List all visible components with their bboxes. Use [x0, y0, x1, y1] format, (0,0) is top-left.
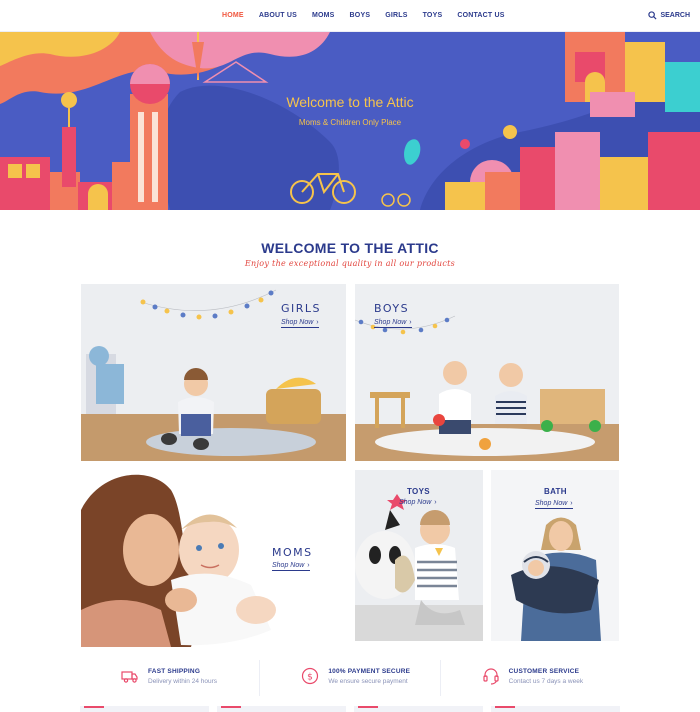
svg-text:$: $	[307, 673, 313, 683]
bottom-card	[80, 706, 209, 712]
tile-bath[interactable]: BATH Shop Now ›	[491, 470, 619, 641]
hero-title: Welcome to the Attic	[286, 94, 414, 110]
tile-moms[interactable]: MOMS Shop Now ›	[81, 470, 346, 647]
top-navigation: HOME ABOUT US MOMS BOYS GIRLS TOYS CONTA…	[0, 0, 700, 32]
hero-subtitle: Moms & Children Only Place	[298, 118, 402, 127]
bottom-card	[491, 706, 620, 712]
chevron-right-icon: ›	[409, 319, 412, 326]
feature-desc: Delivery within 24 hours	[148, 678, 218, 685]
tile-toys-label: TOYS	[407, 487, 430, 496]
feature-title: 100% PAYMENT SECURE	[328, 668, 411, 675]
tile-bath-cta: Shop Now	[535, 500, 568, 507]
tile-boys-label: BOYS	[374, 302, 410, 315]
features-bar: FAST SHIPPING Delivery within 24 hours $…	[80, 660, 620, 696]
tile-moms-label: MOMS	[272, 546, 313, 559]
feature-text: 100% PAYMENT SECURE We ensure secure pay…	[328, 668, 410, 685]
nav-boys[interactable]: BOYS	[350, 12, 371, 19]
hero-banner: Welcome to the Attic Moms & Children Onl…	[0, 32, 700, 210]
bottom-card	[354, 706, 483, 712]
feature-desc: We ensure secure payment	[328, 678, 408, 685]
truck-icon	[121, 671, 138, 683]
tile-boys-shop-link[interactable]: Shop Now ›	[374, 319, 412, 328]
nav-about-us[interactable]: ABOUT US	[259, 12, 297, 19]
nav-girls[interactable]: GIRLS	[385, 12, 407, 19]
nav-toys[interactable]: TOYS	[423, 12, 443, 19]
tile-toys[interactable]: TOYS Shop Now ›	[355, 470, 483, 641]
tile-girls-cta: Shop Now	[281, 319, 314, 326]
chevron-right-icon: ›	[316, 319, 319, 326]
feature-payment-secure: $ 100% PAYMENT SECURE We ensure secure p…	[259, 660, 439, 696]
tile-toys-cta: Shop Now	[399, 499, 432, 506]
section-subtitle: Enjoy the exceptional quality in all our…	[244, 259, 456, 268]
chevron-right-icon: ›	[307, 562, 310, 569]
bottom-strip	[80, 706, 620, 712]
tile-girls-label: GIRLS	[281, 302, 322, 315]
tile-moms-shop-link[interactable]: Shop Now ›	[272, 562, 310, 571]
tile-moms-cta: Shop Now	[272, 562, 305, 569]
tile-girls-shop-link[interactable]: Shop Now ›	[281, 319, 319, 328]
nav-links: HOME ABOUT US MOMS BOYS GIRLS TOYS CONTA…	[222, 12, 520, 19]
dollar-icon: $	[302, 667, 319, 685]
feature-title: CUSTOMER SERVICE	[508, 668, 580, 675]
chevron-right-icon: ›	[434, 499, 437, 506]
feature-text: FAST SHIPPING Delivery within 24 hours	[148, 668, 217, 685]
tile-boys[interactable]: BOYS Shop Now ›	[355, 284, 619, 461]
feature-text: CUSTOMER SERVICE Contact us 7 days a wee…	[509, 668, 583, 685]
feature-desc: Contact us 7 days a week	[508, 678, 584, 685]
section-title: WELCOME TO THE ATTIC	[261, 240, 439, 256]
tile-boys-cta: Shop Now	[374, 319, 407, 326]
nav-contact-us[interactable]: CONTACT US	[457, 12, 504, 19]
chevron-right-icon: ›	[570, 500, 573, 507]
headset-icon	[483, 668, 499, 685]
tile-toys-shop-link[interactable]: Shop Now ›	[399, 499, 437, 507]
nav-moms[interactable]: MOMS	[312, 12, 335, 19]
feature-customer-service: CUSTOMER SERVICE Contact us 7 days a wee…	[439, 660, 620, 696]
feature-fast-shipping: FAST SHIPPING Delivery within 24 hours	[80, 660, 259, 696]
bottom-card	[217, 706, 346, 712]
tile-girls[interactable]: GIRLS Shop Now ›	[81, 284, 346, 461]
tile-bath-label: BATH	[544, 487, 567, 496]
nav-home[interactable]: HOME	[222, 12, 244, 19]
search-icon	[648, 11, 657, 20]
feature-title: FAST SHIPPING	[148, 668, 201, 675]
tile-bath-shop-link[interactable]: Shop Now ›	[535, 500, 573, 509]
search-button[interactable]: SEARCH	[648, 11, 690, 20]
search-label: SEARCH	[660, 12, 690, 19]
